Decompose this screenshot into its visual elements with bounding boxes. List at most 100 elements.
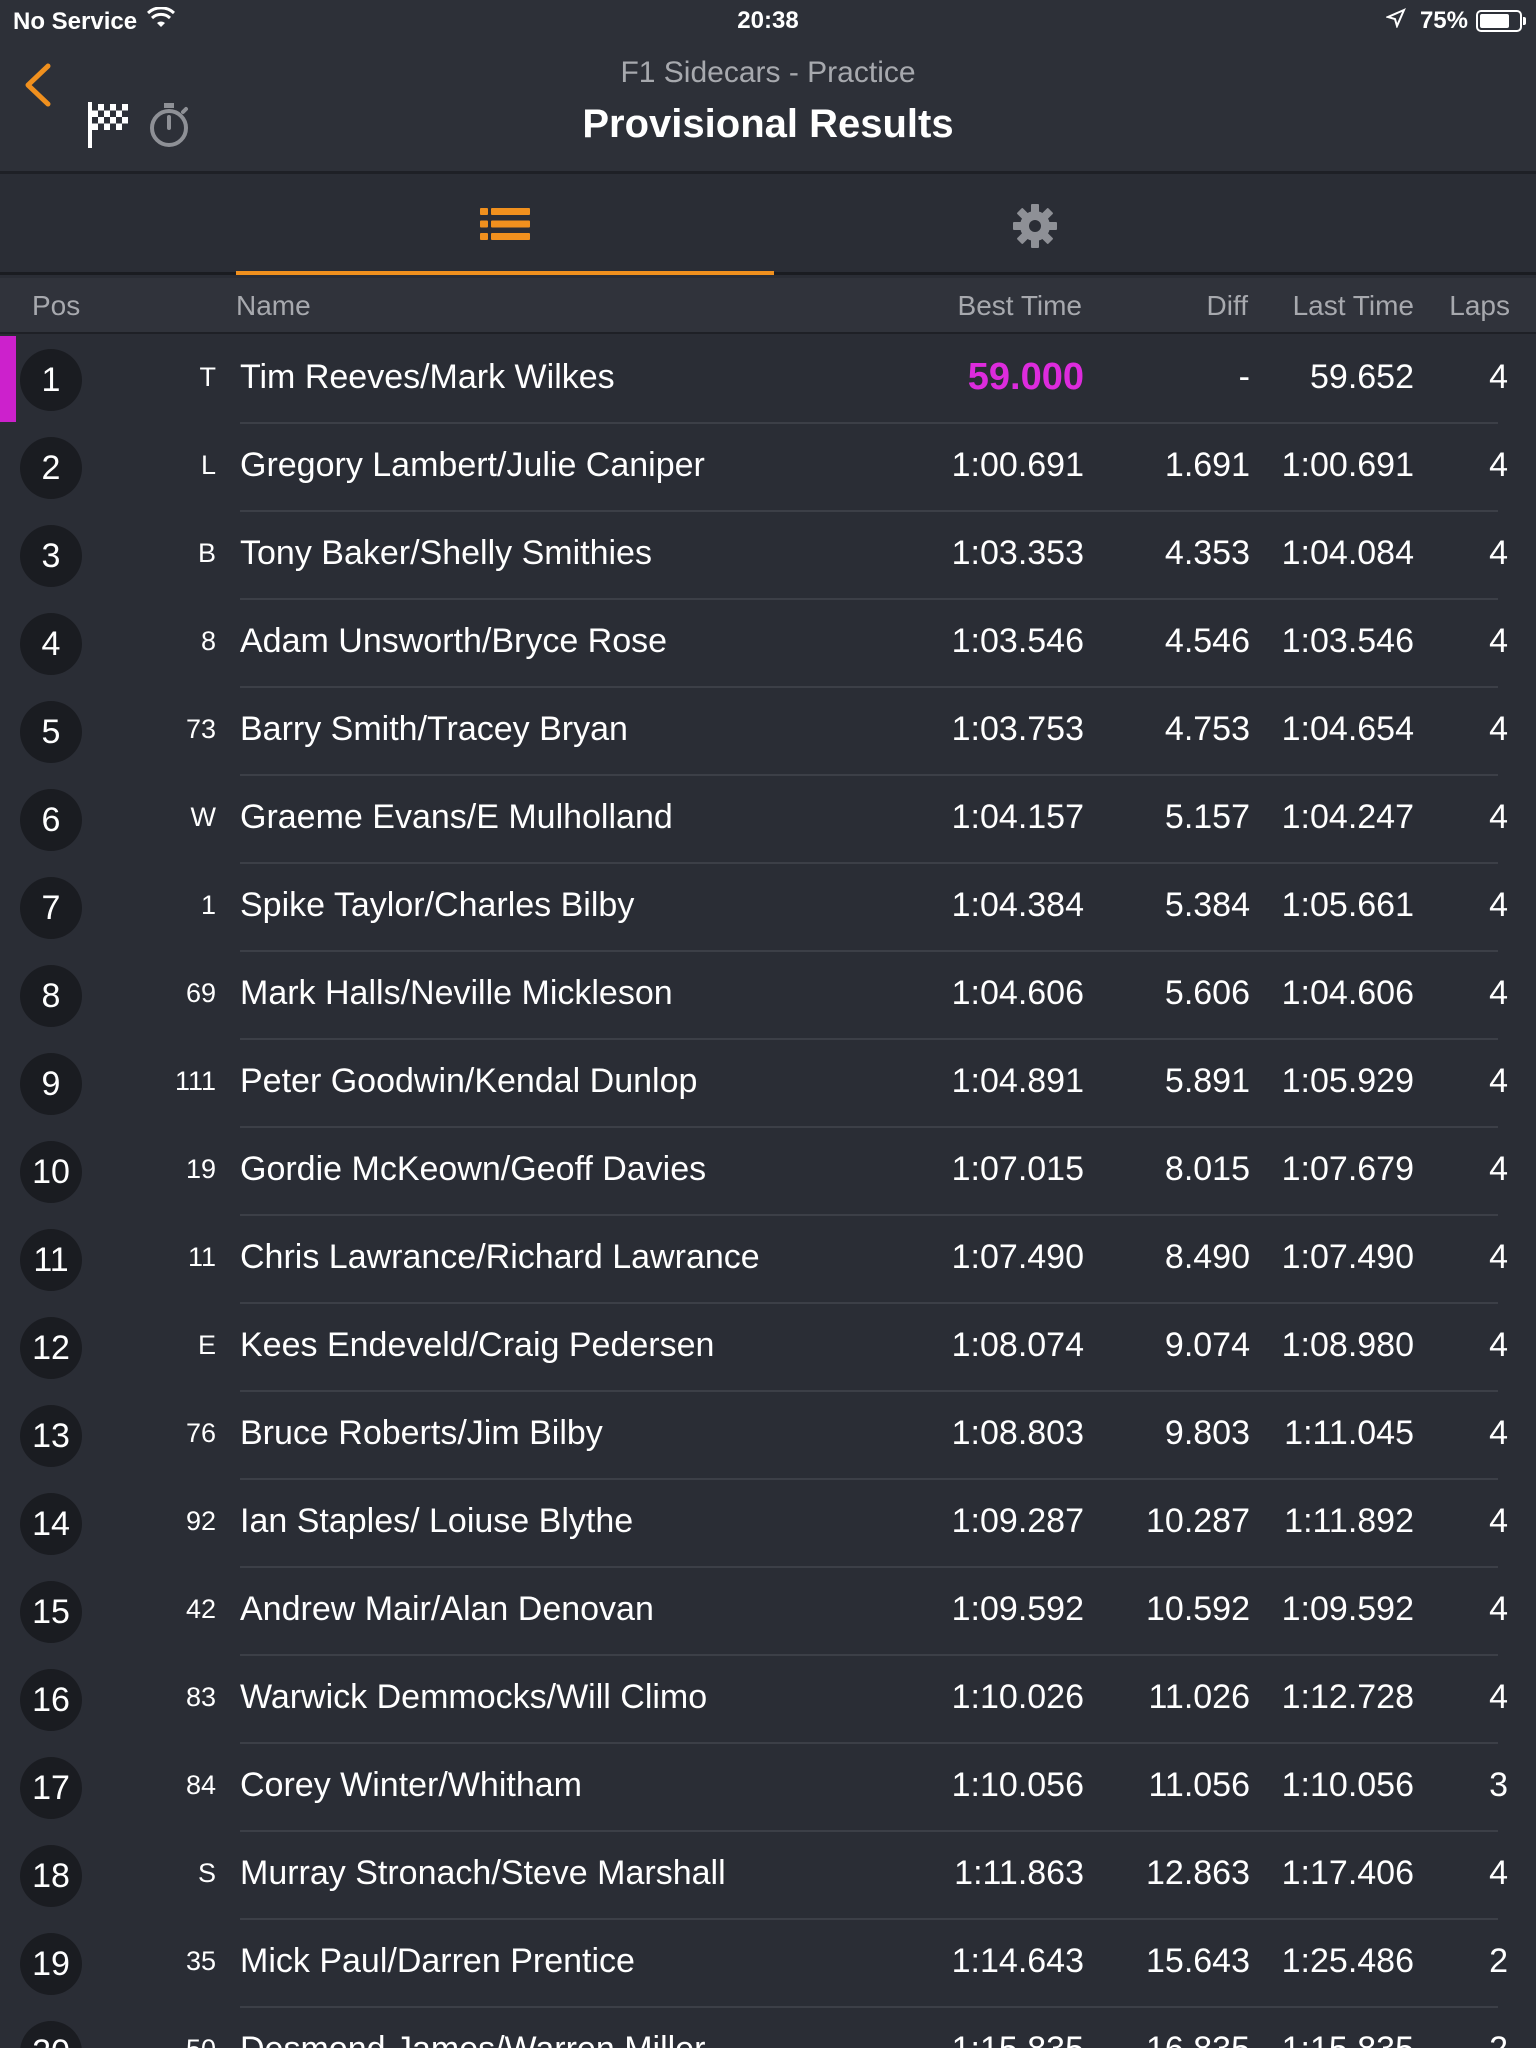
position-badge: 16 xyxy=(20,1669,82,1731)
entry-number: S xyxy=(197,1858,216,1888)
table-row[interactable]: 6 W Graeme Evans/E Mulholland 1:04.157 5… xyxy=(0,776,1536,864)
laps-count: 4 xyxy=(1489,974,1508,1012)
best-time: 1:03.353 xyxy=(951,534,1084,572)
diff-time: 5.384 xyxy=(1164,886,1250,924)
battery-icon xyxy=(1476,10,1526,32)
rider-names: Kees Endeveld/Craig Pedersen xyxy=(240,1326,715,1364)
position-badge: 6 xyxy=(20,789,82,851)
tab-settings[interactable] xyxy=(774,177,1296,275)
column-last-time[interactable]: Last Time xyxy=(1293,290,1414,322)
last-time: 1:08.980 xyxy=(1281,1326,1414,1364)
rider-names: Bruce Roberts/Jim Bilby xyxy=(240,1414,603,1452)
best-time: 1:04.384 xyxy=(951,886,1084,924)
last-time: 1:00.691 xyxy=(1281,446,1414,484)
diff-time: 9.074 xyxy=(1164,1326,1250,1364)
position-badge: 10 xyxy=(20,1141,82,1203)
table-row[interactable]: 19 35 Mick Paul/Darren Prentice 1:14.643… xyxy=(0,1920,1536,2008)
rider-names: Andrew Mair/Alan Denovan xyxy=(240,1590,654,1628)
rider-names: Chris Lawrance/Richard Lawrance xyxy=(240,1238,760,1276)
table-row[interactable]: 12 E Kees Endeveld/Craig Pedersen 1:08.0… xyxy=(0,1304,1536,1392)
entry-number: 92 xyxy=(185,1506,216,1536)
status-bar: No Service 20:38 75% xyxy=(0,0,1536,42)
table-row[interactable]: 14 92 Ian Staples/ Loiuse Blythe 1:09.28… xyxy=(0,1480,1536,1568)
location-arrow-icon xyxy=(1385,7,1406,35)
best-time: 1:14.643 xyxy=(951,1942,1084,1980)
rider-names: Tim Reeves/Mark Wilkes xyxy=(240,358,615,396)
table-row[interactable]: 9 111 Peter Goodwin/Kendal Dunlop 1:04.8… xyxy=(0,1040,1536,1128)
table-row[interactable]: 20 50 Desmond James/Warren Miller 1:15.8… xyxy=(0,2008,1536,2048)
diff-time: 1.691 xyxy=(1164,446,1250,484)
column-diff[interactable]: Diff xyxy=(1207,290,1249,322)
nav-header: F1 Sidecars - Practice Provisional Resul… xyxy=(0,42,1536,174)
column-pos[interactable]: Pos xyxy=(32,290,80,322)
table-row[interactable]: 5 73 Barry Smith/Tracey Bryan 1:03.753 4… xyxy=(0,688,1536,776)
laps-count: 4 xyxy=(1489,710,1508,748)
table-row[interactable]: 3 B Tony Baker/Shelly Smithies 1:03.353 … xyxy=(0,512,1536,600)
laps-count: 4 xyxy=(1489,1414,1508,1452)
entry-number: 111 xyxy=(174,1066,216,1096)
entry-number: 19 xyxy=(185,1154,216,1184)
diff-time: 11.026 xyxy=(1148,1678,1250,1716)
diff-time: 9.803 xyxy=(1164,1414,1250,1452)
entry-number: 83 xyxy=(185,1682,216,1712)
rider-names: Adam Unsworth/Bryce Rose xyxy=(240,622,668,660)
last-time: 1:12.728 xyxy=(1281,1678,1414,1716)
entry-number: 84 xyxy=(185,1770,216,1800)
column-best-time[interactable]: Best Time xyxy=(958,290,1082,322)
rider-names: Mark Halls/Neville Mickleson xyxy=(240,974,673,1012)
table-row[interactable]: 13 76 Bruce Roberts/Jim Bilby 1:08.803 9… xyxy=(0,1392,1536,1480)
table-row[interactable]: 18 S Murray Stronach/Steve Marshall 1:11… xyxy=(0,1832,1536,1920)
best-time: 1:08.074 xyxy=(951,1326,1084,1364)
entry-number: 1 xyxy=(200,890,216,920)
last-time: 1:15.835 xyxy=(1282,2030,1414,2048)
table-row[interactable]: 8 69 Mark Halls/Neville Mickleson 1:04.6… xyxy=(0,952,1536,1040)
last-time: 1:17.406 xyxy=(1281,1854,1414,1892)
table-row[interactable]: 15 42 Andrew Mair/Alan Denovan 1:09.592 … xyxy=(0,1568,1536,1656)
best-time: 1:09.287 xyxy=(951,1502,1084,1540)
laps-count: 4 xyxy=(1489,1854,1508,1892)
laps-count: 4 xyxy=(1489,1502,1508,1540)
best-time: 1:03.753 xyxy=(951,710,1084,748)
best-time: 1:15.835 xyxy=(952,2030,1084,2048)
laps-count: 4 xyxy=(1489,534,1508,572)
clock: 20:38 xyxy=(737,7,799,34)
rider-names: Desmond James/Warren Miller xyxy=(240,2030,705,2048)
table-row[interactable]: 10 19 Gordie McKeown/Geoff Davies 1:07.0… xyxy=(0,1128,1536,1216)
best-time: 1:07.490 xyxy=(951,1238,1084,1276)
table-row[interactable]: 16 83 Warwick Demmocks/Will Climo 1:10.0… xyxy=(0,1656,1536,1744)
rider-names: Corey Winter/Whitham xyxy=(240,1766,582,1804)
position-badge: 19 xyxy=(20,1933,82,1995)
laps-count: 4 xyxy=(1489,446,1508,484)
laps-count: 4 xyxy=(1489,358,1508,396)
last-time: 1:11.892 xyxy=(1284,1502,1414,1540)
entry-number: 42 xyxy=(185,1594,216,1624)
rider-names: Tony Baker/Shelly Smithies xyxy=(240,534,652,572)
position-badge: 13 xyxy=(20,1405,82,1467)
position-badge: 12 xyxy=(20,1317,82,1379)
column-laps[interactable]: Laps xyxy=(1449,290,1510,322)
entry-number: E xyxy=(197,1330,216,1360)
entry-number: L xyxy=(200,450,216,480)
table-row[interactable]: 4 8 Adam Unsworth/Bryce Rose 1:03.546 4.… xyxy=(0,600,1536,688)
table-row[interactable]: 17 84 Corey Winter/Whitham 1:10.056 11.0… xyxy=(0,1744,1536,1832)
diff-time: 10.592 xyxy=(1146,1590,1250,1628)
rider-names: Gregory Lambert/Julie Caniper xyxy=(240,446,705,484)
leader-indicator xyxy=(0,336,16,422)
list-icon xyxy=(480,208,530,240)
table-row[interactable]: 2 L Gregory Lambert/Julie Caniper 1:00.6… xyxy=(0,424,1536,512)
table-row[interactable]: 1 T Tim Reeves/Mark Wilkes 59.000 - 59.6… xyxy=(0,336,1536,424)
position-badge: 5 xyxy=(20,701,82,763)
best-time: 1:09.592 xyxy=(951,1590,1084,1628)
diff-time: 15.643 xyxy=(1146,1942,1250,1980)
laps-count: 2 xyxy=(1489,1942,1508,1980)
tab-results-list[interactable] xyxy=(236,177,774,275)
column-name[interactable]: Name xyxy=(236,290,311,322)
entry-number: B xyxy=(197,538,216,568)
last-time: 1:07.490 xyxy=(1281,1238,1414,1276)
table-row[interactable]: 7 1 Spike Taylor/Charles Bilby 1:04.384 … xyxy=(0,864,1536,952)
best-time: 1:03.546 xyxy=(951,622,1084,660)
entry-number: 35 xyxy=(185,1946,216,1976)
laps-count: 4 xyxy=(1489,1062,1508,1100)
table-row[interactable]: 11 11 Chris Lawrance/Richard Lawrance 1:… xyxy=(0,1216,1536,1304)
laps-count: 4 xyxy=(1489,798,1508,836)
